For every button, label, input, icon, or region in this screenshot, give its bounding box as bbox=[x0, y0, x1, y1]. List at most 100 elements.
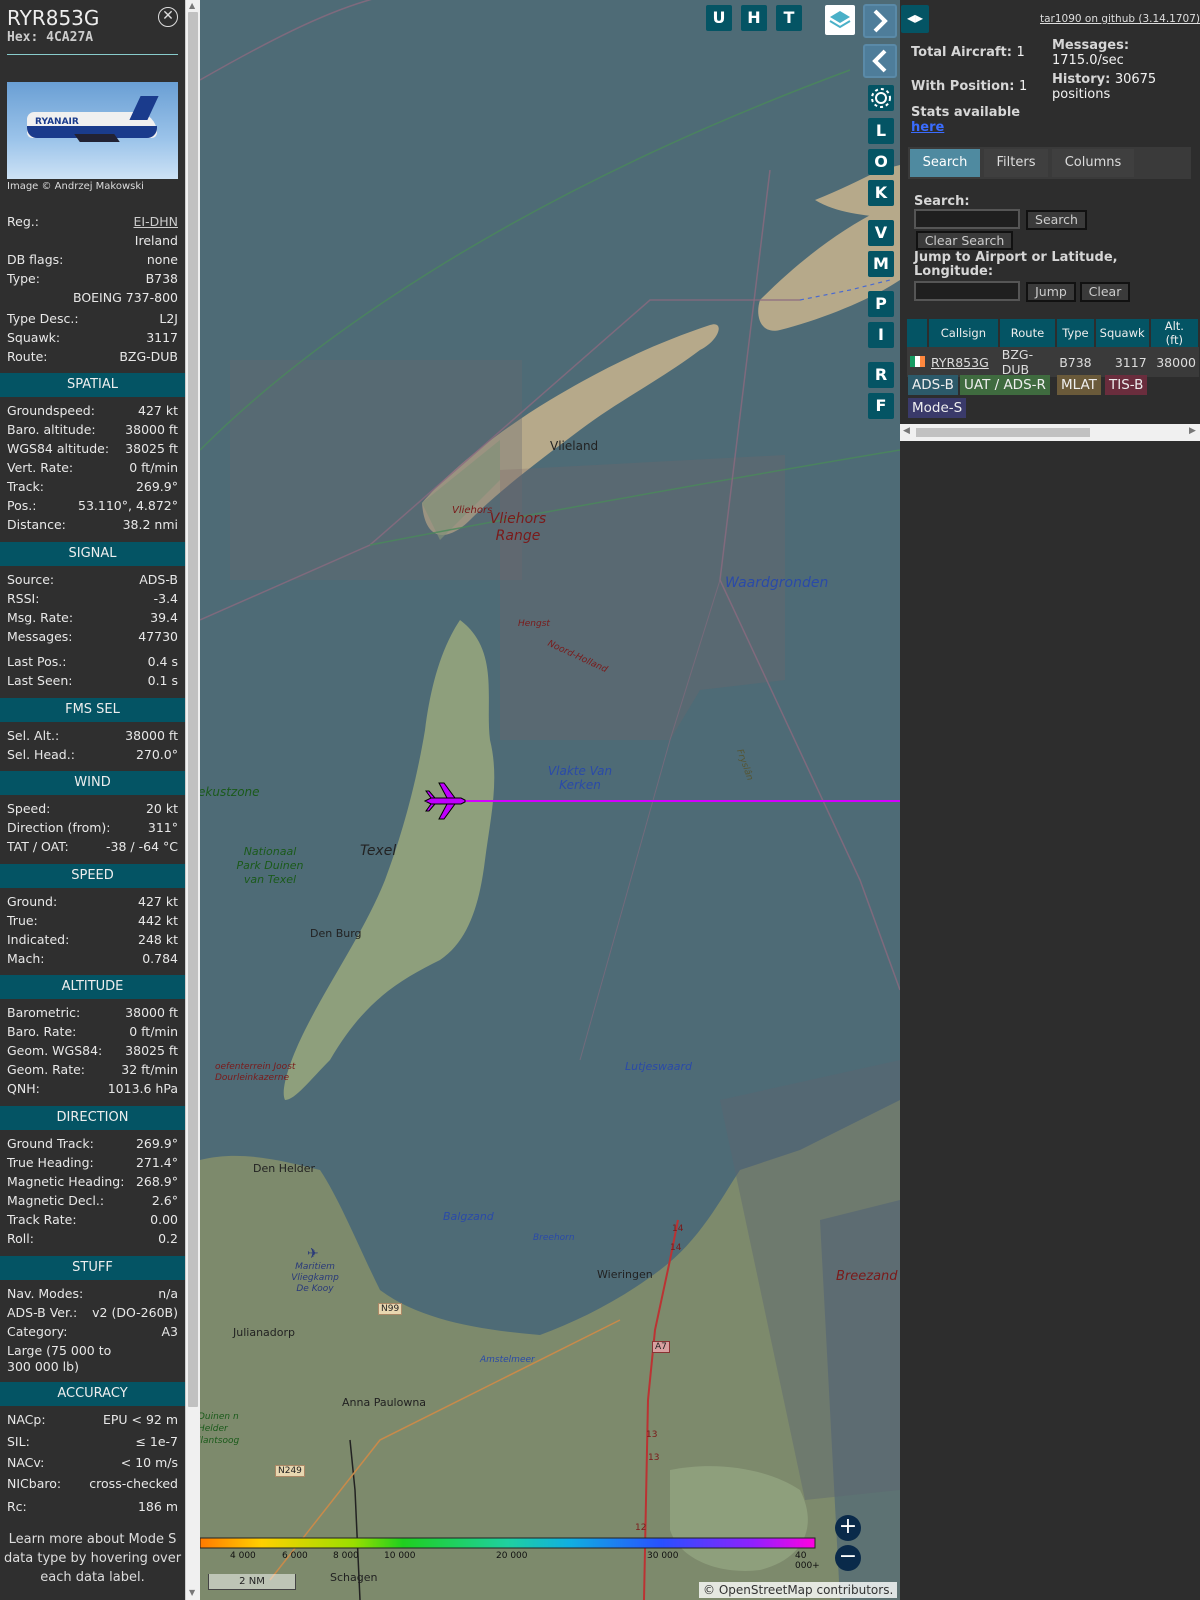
row-callsign[interactable]: RYR853G bbox=[928, 347, 999, 377]
row-value: ADS-B bbox=[139, 572, 178, 587]
row-value: 442 kt bbox=[138, 913, 178, 928]
close-info-icon[interactable]: ✕ bbox=[158, 7, 178, 27]
row-value: n/a bbox=[158, 1286, 178, 1301]
map-canvas bbox=[200, 0, 900, 1600]
col-altitude[interactable]: Alt. (ft) bbox=[1149, 319, 1200, 347]
info-row: Type Desc.: L2J bbox=[7, 311, 178, 327]
altitude-row: Geom. Rate: 32 ft/min bbox=[7, 1062, 178, 1078]
badge-mlat[interactable]: MLAT bbox=[1057, 375, 1101, 395]
info-row: Reg.: EI-DHN bbox=[7, 214, 178, 230]
jump-input[interactable] bbox=[914, 281, 1020, 301]
row-value: cross-checked bbox=[89, 1476, 178, 1491]
tab-columns[interactable]: Columns bbox=[1052, 149, 1134, 177]
col-type[interactable]: Type bbox=[1056, 319, 1096, 347]
map-button-l[interactable]: L bbox=[868, 118, 894, 144]
col-flag bbox=[907, 319, 929, 347]
zoom-in-button[interactable]: + bbox=[835, 1515, 861, 1541]
settings-gear-icon[interactable] bbox=[868, 85, 894, 111]
row-value: 311° bbox=[147, 820, 178, 835]
badge-adsb[interactable]: ADS-B bbox=[908, 375, 958, 395]
spatial-row: Groundspeed: 427 kt bbox=[7, 403, 178, 419]
map-button-v[interactable]: V bbox=[868, 220, 894, 246]
map-button-p[interactable]: P bbox=[868, 291, 894, 317]
accuracy-row: NICbaro: cross-checked bbox=[7, 1476, 178, 1492]
map-button-o[interactable]: O bbox=[868, 149, 894, 175]
row-label: Nav. Modes: bbox=[7, 1286, 84, 1301]
search-button[interactable]: Search bbox=[1026, 210, 1087, 230]
table-horizontal-scrollbar[interactable]: ◀ ▶ bbox=[900, 424, 1200, 441]
aircraft-photo[interactable]: RYANAIR bbox=[7, 82, 178, 179]
map-button-r[interactable]: R bbox=[868, 362, 894, 388]
spatial-row: Vert. Rate: 0 ft/min bbox=[7, 460, 178, 476]
row-value: 1013.6 hPa bbox=[107, 1081, 178, 1096]
speed-row: Indicated: 248 kt bbox=[7, 932, 178, 948]
row-value: none bbox=[146, 252, 178, 267]
table-row[interactable]: RYR853G BZG-DUB B738 3117 38000 bbox=[907, 347, 1199, 377]
fms-row: Sel. Head.: 270.0° bbox=[7, 747, 178, 763]
col-route[interactable]: Route bbox=[998, 319, 1058, 347]
row-value: 38.2 nmi bbox=[122, 517, 178, 532]
row-value: 38000 ft bbox=[125, 422, 178, 437]
row-value: 427 kt bbox=[138, 403, 178, 418]
badge-tisb[interactable]: TIS-B bbox=[1105, 375, 1148, 395]
row-value: 427 kt bbox=[138, 894, 178, 909]
map-button-f[interactable]: F bbox=[868, 393, 894, 419]
search-label: Search: bbox=[914, 194, 970, 209]
map-button-u[interactable]: U bbox=[706, 5, 732, 31]
badge-uat[interactable]: UAT / ADS-R bbox=[960, 375, 1050, 395]
signal-row: Last Pos.: 0.4 s bbox=[7, 654, 178, 670]
map-view[interactable]: Vlieland Vliehors Vliehors Range Waardgr… bbox=[200, 0, 900, 1600]
flag-ireland-icon bbox=[907, 347, 928, 377]
row-label: Geom. WGS84: bbox=[7, 1043, 103, 1058]
row-label: TAT / OAT: bbox=[7, 839, 69, 854]
map-button-m[interactable]: M bbox=[868, 251, 894, 277]
row-value: 0 ft/min bbox=[129, 1024, 178, 1039]
github-link[interactable]: tar1090 on github (3.14.1707) bbox=[1040, 13, 1200, 25]
place-breehorn: Breehorn bbox=[533, 1233, 575, 1243]
clear-search-button[interactable]: Clear Search bbox=[916, 231, 1013, 250]
section-spatial: SPATIAL bbox=[0, 373, 185, 397]
spatial-row: Track: 269.9° bbox=[7, 479, 178, 495]
row-value: 38000 ft bbox=[125, 1005, 178, 1020]
col-callsign[interactable]: Callsign bbox=[928, 319, 1000, 347]
place-vliehors-range: Vliehors Range bbox=[489, 511, 547, 544]
row-value[interactable]: EI-DHN bbox=[134, 214, 178, 230]
place-nationaal-park: Nationaal Park Duinen van Texel bbox=[236, 845, 304, 886]
tab-search[interactable]: Search bbox=[910, 149, 980, 177]
road-number-14a: 14 bbox=[672, 1224, 684, 1234]
stats-link[interactable]: here bbox=[911, 120, 944, 135]
map-button-h[interactable]: H bbox=[741, 5, 767, 31]
zoom-out-button[interactable]: − bbox=[835, 1545, 861, 1571]
altitude-row: Barometric: 38000 ft bbox=[7, 1005, 178, 1021]
search-input[interactable] bbox=[914, 209, 1020, 229]
section-wind: WIND bbox=[0, 771, 185, 795]
toggle-layout-button[interactable]: ◂▸ bbox=[901, 5, 929, 33]
col-squawk[interactable]: Squawk bbox=[1094, 319, 1151, 347]
row-label: SIL: bbox=[7, 1434, 30, 1449]
info-row: DB flags: none bbox=[7, 252, 178, 268]
place-breezand: Breezand bbox=[836, 1269, 898, 1284]
map-button-i[interactable]: I bbox=[868, 322, 894, 348]
stuff-row: Nav. Modes: n/a bbox=[7, 1286, 178, 1302]
clear-button[interactable]: Clear bbox=[1080, 282, 1130, 302]
map-button-t[interactable]: T bbox=[776, 5, 802, 31]
jump-button[interactable]: Jump bbox=[1026, 282, 1076, 302]
accuracy-row: SIL: ≤ 1e-7 bbox=[7, 1434, 178, 1450]
stats-available: Stats available here bbox=[911, 105, 1021, 135]
row-value: 271.4° bbox=[135, 1155, 178, 1170]
row-label: Sel. Head.: bbox=[7, 747, 75, 762]
row-value: 0.784 bbox=[142, 951, 178, 966]
tab-filters[interactable]: Filters bbox=[984, 149, 1048, 177]
row-label: Pos.: bbox=[7, 498, 37, 513]
info-row: Route: BZG-DUB bbox=[7, 349, 178, 365]
row-value: 32 ft/min bbox=[121, 1062, 178, 1077]
expand-sidebar-button[interactable] bbox=[863, 4, 897, 38]
section-stuff: STUFF bbox=[0, 1256, 185, 1280]
badge-modes[interactable]: Mode-S bbox=[908, 398, 967, 418]
info-scrollbar[interactable]: ▲ ▼ bbox=[185, 0, 200, 1600]
row-value: Ireland bbox=[134, 233, 178, 248]
map-button-k[interactable]: K bbox=[868, 180, 894, 206]
collapse-sidebar-button[interactable] bbox=[863, 44, 897, 78]
layers-icon[interactable] bbox=[825, 5, 855, 35]
direction-row: Magnetic Heading: 268.9° bbox=[7, 1174, 178, 1190]
